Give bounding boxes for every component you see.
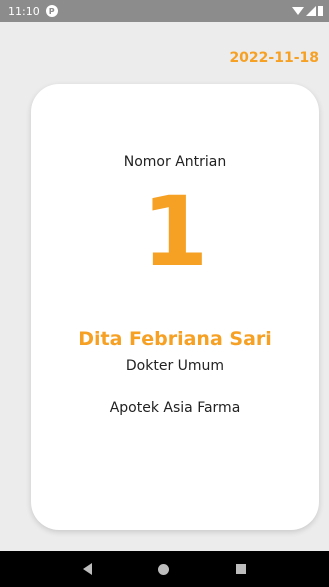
status-time: 11:10 [8,4,40,18]
status-right [292,6,323,16]
queue-date: 2022-11-18 [229,50,319,66]
home-icon[interactable] [158,563,170,575]
status-bar: 11:10 P [0,0,329,22]
signal-icon [306,6,316,16]
status-left: 11:10 P [8,5,58,18]
queue-card: Nomor Antrian 1 Dita Febriana Sari Dokte… [31,84,319,530]
wifi-icon [292,7,304,15]
notification-badge-icon: P [45,5,58,17]
queue-number: 1 [141,176,209,288]
battery-icon [318,6,323,16]
doctor-name: Dita Febriana Sari [78,328,272,350]
doctor-specialty: Dokter Umum [125,358,225,374]
recent-apps-icon[interactable] [235,564,246,574]
pharmacy-name: Apotek Asia Farma [109,400,241,416]
back-icon[interactable] [83,563,93,575]
queue-label: Nomor Antrian [123,154,227,170]
navigation-bar [0,551,329,587]
